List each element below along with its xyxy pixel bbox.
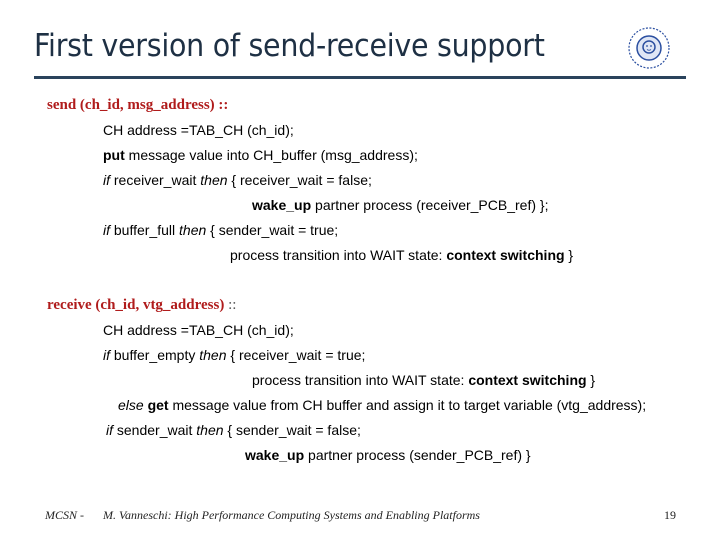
receive-suffix: :: xyxy=(224,297,237,313)
send-line-6-text: process transition into WAIT state: xyxy=(230,247,447,263)
condition: buffer_full xyxy=(110,222,180,238)
send-line-4-text: partner process (receiver_PCB_ref) }; xyxy=(311,197,549,213)
send-line-4: wake_up partner process (receiver_PCB_re… xyxy=(252,197,548,213)
footer-course: MCSN - xyxy=(45,508,84,522)
condition: sender_wait xyxy=(113,422,197,438)
receive-line-5-text: { sender_wait = false; xyxy=(223,422,361,438)
closing-brace: } xyxy=(564,247,574,263)
then-keyword: then xyxy=(179,222,207,238)
receive-line-6: wake_up partner process (sender_PCB_ref)… xyxy=(245,447,531,463)
send-line-1: CH address =TAB_CH (ch_id); xyxy=(103,122,294,138)
if-keyword: if xyxy=(103,222,110,238)
page-number: 19 xyxy=(664,508,676,522)
if-keyword: if xyxy=(106,422,113,438)
footer-author-title: M. Vanneschi: High Performance Computing… xyxy=(103,508,480,522)
context-switching-keyword: context switching xyxy=(446,247,565,263)
receive-line-3: process transition into WAIT state: cont… xyxy=(252,372,595,388)
receive-line-4: else get message value from CH buffer an… xyxy=(118,397,646,413)
if-keyword: if xyxy=(103,347,110,363)
send-line-6: process transition into WAIT state: cont… xyxy=(230,247,573,263)
receive-line-6-text: partner process (sender_PCB_ref) } xyxy=(304,447,531,463)
university-seal-icon xyxy=(628,27,670,69)
closing-brace: } xyxy=(586,372,596,388)
if-keyword: if xyxy=(103,172,110,188)
send-line-2-text: message value into CH_buffer (msg_addres… xyxy=(124,147,418,163)
send-line-3-text: { receiver_wait = false; xyxy=(227,172,372,188)
receive-signature: receive (ch_id, vtg_address) xyxy=(47,297,225,313)
send-line-5-text: { sender_wait = true; xyxy=(206,222,339,238)
send-line-2: put message value into CH_buffer (msg_ad… xyxy=(103,147,418,163)
receive-line-1: CH address =TAB_CH (ch_id); xyxy=(103,322,294,338)
wake-up-keyword: wake_up xyxy=(252,197,312,213)
receive-header: receive (ch_id, vtg_address) :: xyxy=(47,297,236,314)
then-keyword: then xyxy=(200,172,228,188)
receive-line-2: if buffer_empty then { receiver_wait = t… xyxy=(103,347,365,363)
then-keyword: then xyxy=(199,347,227,363)
title-divider xyxy=(34,76,686,79)
then-keyword: then xyxy=(196,422,224,438)
receive-line-3-text: process transition into WAIT state: xyxy=(252,372,469,388)
condition: buffer_empty xyxy=(110,347,200,363)
send-line-3: if receiver_wait then { receiver_wait = … xyxy=(103,172,372,188)
slide-title: First version of send-receive support xyxy=(34,28,545,64)
send-line-5: if buffer_full then { sender_wait = true… xyxy=(103,222,338,238)
wake-up-keyword: wake_up xyxy=(245,447,305,463)
condition: receiver_wait xyxy=(110,172,201,188)
put-keyword: put xyxy=(103,147,125,163)
receive-line-2-text: { receiver_wait = true; xyxy=(226,347,366,363)
receive-line-4-text: message value from CH buffer and assign … xyxy=(168,397,647,413)
get-keyword: get xyxy=(143,397,169,413)
receive-line-5: if sender_wait then { sender_wait = fals… xyxy=(106,422,361,438)
else-keyword: else xyxy=(118,397,144,413)
context-switching-keyword: context switching xyxy=(468,372,587,388)
send-header: send (ch_id, msg_address) :: xyxy=(47,97,229,113)
